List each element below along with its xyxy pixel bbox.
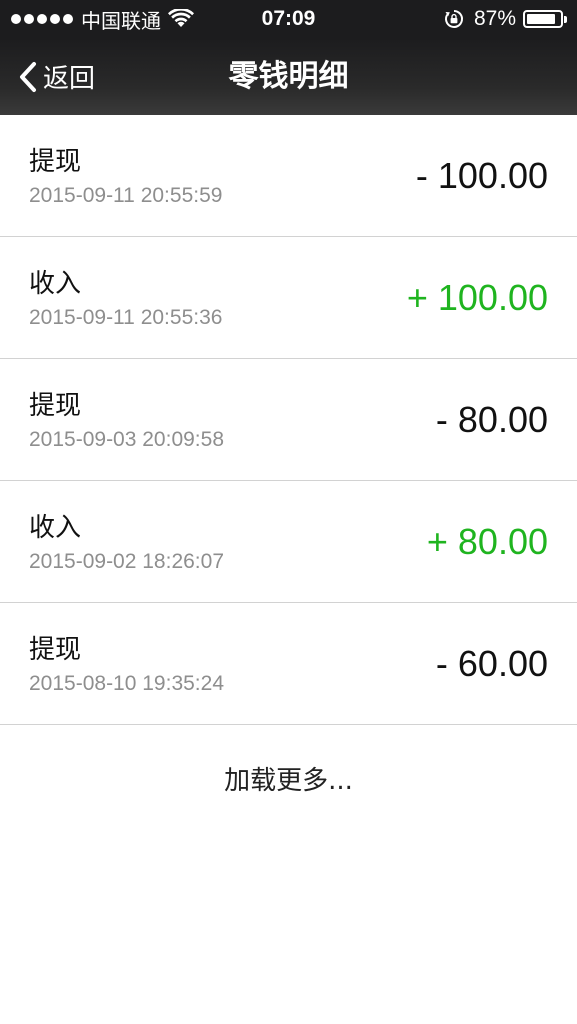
page-title: 零钱明细 (228, 59, 349, 94)
transaction-amount: - 100.00 (415, 155, 548, 196)
transaction-row[interactable]: 提现 2015-08-10 19:35:24 - 60.00 (0, 603, 577, 725)
battery-percent: 87% (473, 7, 516, 30)
transaction-row[interactable]: 提现 2015-09-03 20:09:58 - 80.00 (0, 359, 577, 481)
transaction-amount: + 100.00 (406, 277, 548, 318)
transaction-list: 提现 2015-09-11 20:55:59 - 100.00 收入 2015-… (0, 115, 577, 725)
navigation-bar: 返回 零钱明细 (0, 38, 577, 115)
load-more-button[interactable]: 加载更多... (0, 736, 577, 826)
battery-fill (527, 14, 555, 24)
transaction-type: 提现 (29, 147, 82, 177)
transaction-amount: - 80.00 (435, 399, 548, 440)
transaction-type: 提现 (29, 391, 82, 421)
transaction-row[interactable]: 提现 2015-09-11 20:55:59 - 100.00 (0, 115, 577, 237)
status-bar-right: 87% (444, 0, 567, 38)
status-bar: 中国联通 07:09 87% (0, 0, 577, 38)
transaction-time: 2015-09-11 20:55:59 (29, 184, 223, 207)
battery-tip (564, 15, 567, 23)
battery-icon (523, 10, 563, 28)
transaction-time: 2015-09-11 20:55:36 (29, 306, 223, 329)
transaction-time: 2015-09-03 20:09:58 (29, 428, 224, 451)
transaction-row[interactable]: 收入 2015-09-11 20:55:36 + 100.00 (0, 237, 577, 359)
transaction-row[interactable]: 收入 2015-09-02 18:26:07 + 80.00 (0, 481, 577, 603)
transaction-time: 2015-09-02 18:26:07 (29, 550, 224, 573)
transaction-amount: + 80.00 (426, 521, 548, 562)
transaction-time: 2015-08-10 19:35:24 (29, 672, 224, 695)
transaction-type: 收入 (29, 513, 82, 543)
transaction-amount: - 60.00 (435, 643, 548, 684)
transaction-type: 提现 (29, 635, 82, 665)
transaction-type: 收入 (29, 269, 82, 299)
rotation-lock-icon (444, 10, 463, 28)
